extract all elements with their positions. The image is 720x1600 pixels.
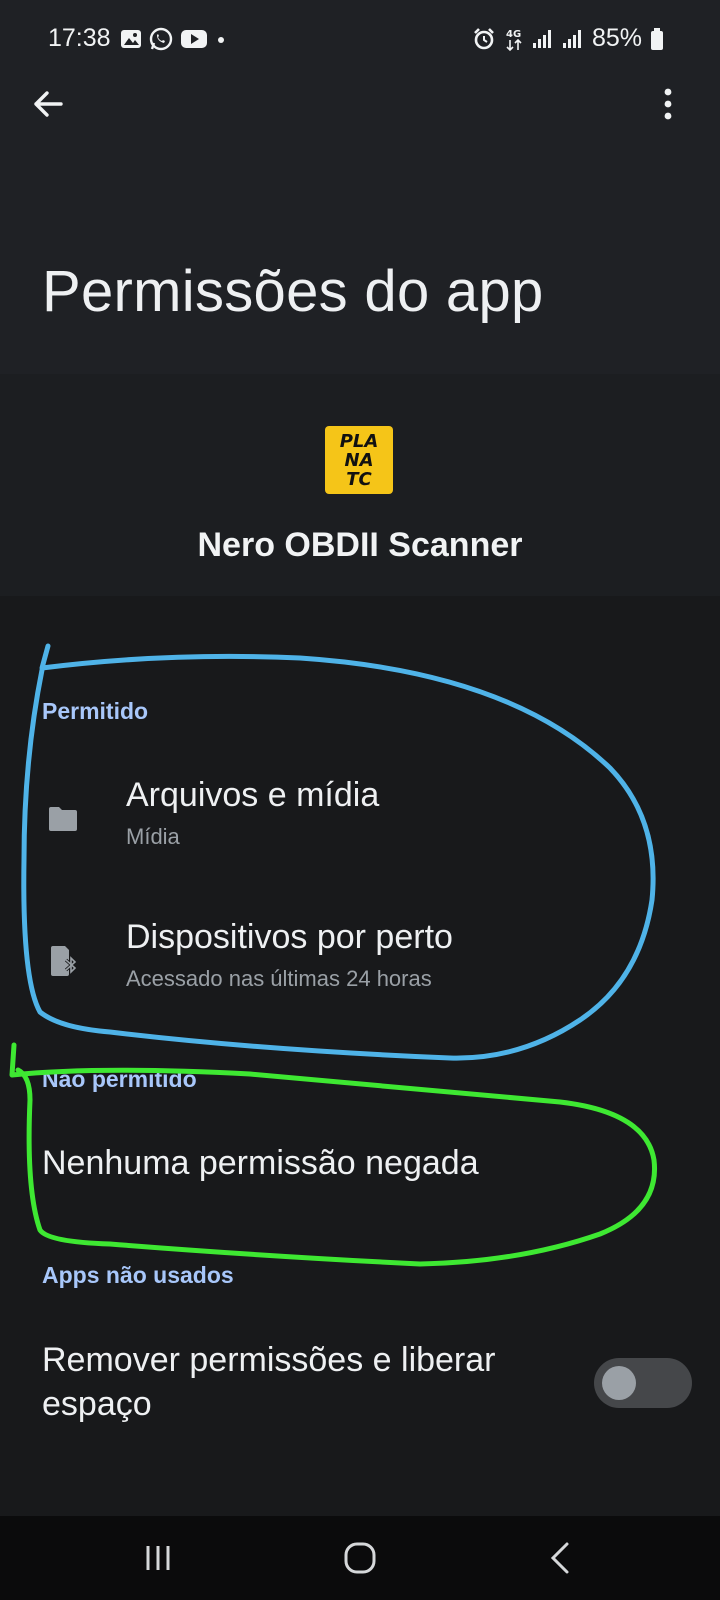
status-right-icons: 4G 85%: [472, 24, 664, 53]
permission-subtitle: Acessado nas últimas 24 horas: [126, 966, 432, 991]
permission-item-files-media[interactable]: Arquivos e mídia Mídia: [0, 756, 720, 886]
signal-icon-1: [532, 29, 551, 48]
toggle-knob: [602, 1366, 636, 1400]
more-notifications-dot-icon: [218, 37, 224, 43]
status-bar: 17:38 4G 85%: [0, 0, 720, 80]
folder-icon: [46, 802, 80, 836]
home-icon: [344, 1542, 376, 1574]
chevron-left-icon: [550, 1542, 569, 1574]
page-title: Permissões do app: [42, 259, 544, 324]
permission-title: Arquivos e mídia: [126, 776, 380, 814]
battery-percentage: 85%: [591, 24, 642, 52]
nav-back-button[interactable]: [530, 1534, 590, 1582]
app-logo-line-3: TC: [346, 468, 372, 490]
youtube-icon: [181, 30, 207, 48]
nearby-devices-icon: [46, 944, 80, 978]
signal-icon-2: [562, 29, 581, 48]
more-options-button[interactable]: [646, 82, 690, 126]
app-name: Nero OBDII Scanner: [197, 526, 523, 564]
navigation-bar: [0, 1516, 720, 1600]
notification-icons: [120, 26, 228, 52]
back-button[interactable]: [26, 82, 70, 126]
recents-icon: [146, 1546, 170, 1570]
remove-permissions-row[interactable]: Remover permissões e liberar espaço: [0, 1328, 720, 1448]
arrow-left-icon: [34, 91, 63, 117]
app-permissions-screen: 17:38 4G 85% Permissões do app PLA NA TC…: [0, 0, 720, 1600]
app-logo: PLA NA TC: [325, 426, 393, 494]
permissions-list: Permitido Arquivos e mídia Mídia Disposi…: [0, 596, 720, 1516]
battery-icon: [651, 27, 663, 50]
app-header: PLA NA TC Nero OBDII Scanner: [0, 374, 720, 596]
mobile-data-icon: 4G: [506, 29, 522, 51]
section-header-unused-apps: Apps não usados: [42, 1262, 234, 1288]
app-logo-line-1: PLA: [339, 430, 379, 452]
permission-item-nearby-devices[interactable]: Dispositivos por perto Acessado nas últi…: [0, 898, 720, 1028]
section-header-denied: Não permitido: [42, 1066, 197, 1092]
recent-apps-button[interactable]: [128, 1534, 188, 1582]
section-header-allowed: Permitido: [42, 698, 149, 724]
alarm-icon: [474, 27, 494, 49]
home-button[interactable]: [330, 1534, 390, 1582]
network-type-label: 4G: [506, 29, 521, 40]
remove-permissions-label: Remover permissões e liberar espaço: [42, 1341, 496, 1423]
more-vert-icon: [664, 88, 672, 120]
whatsapp-icon: [149, 27, 173, 51]
remove-permissions-toggle[interactable]: [594, 1358, 692, 1408]
app-logo-line-2: NA: [344, 449, 374, 471]
gallery-icon: [121, 30, 141, 48]
permission-title: Dispositivos por perto: [126, 918, 453, 956]
no-denied-permissions-text: Nenhuma permissão negada: [42, 1144, 479, 1182]
status-time: 17:38: [48, 24, 111, 52]
permission-subtitle: Mídia: [126, 824, 180, 849]
